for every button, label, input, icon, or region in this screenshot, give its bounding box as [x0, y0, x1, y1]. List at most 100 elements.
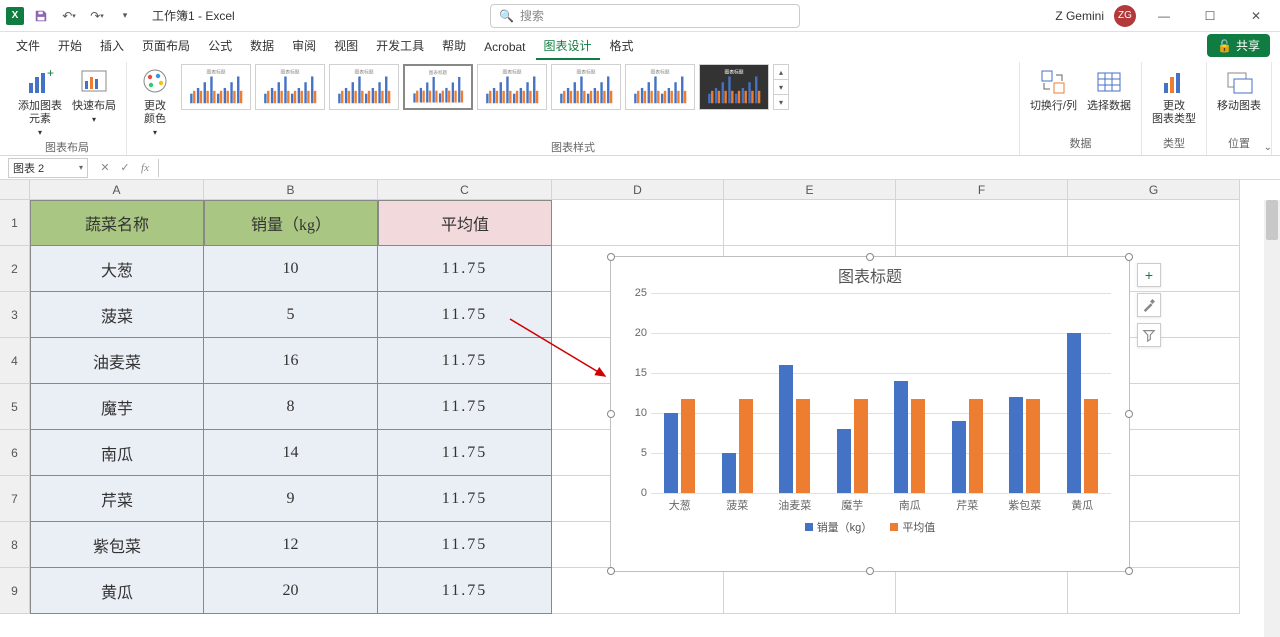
chart-title[interactable]: 图表标题: [611, 257, 1129, 293]
chart-style-thumb-7[interactable]: 图表标题: [625, 64, 695, 110]
column-header-B[interactable]: B: [204, 180, 378, 200]
chart-style-thumb-8[interactable]: 图表标题: [699, 64, 769, 110]
menu-tab-帮助[interactable]: 帮助: [434, 33, 474, 60]
chart-resize-handle[interactable]: [866, 253, 874, 261]
undo-button[interactable]: ↶▾: [58, 5, 80, 27]
menu-tab-审阅[interactable]: 审阅: [284, 33, 324, 60]
ribbon-collapse-button[interactable]: ⌄: [1264, 142, 1272, 153]
select-data-button[interactable]: 选择数据: [1085, 64, 1133, 115]
move-chart-button[interactable]: 移动图表: [1215, 64, 1263, 115]
cell-A8[interactable]: 紫包菜: [30, 522, 204, 568]
row-header-2[interactable]: 2: [0, 246, 30, 292]
menu-tab-视图[interactable]: 视图: [326, 33, 366, 60]
quick-layout-button[interactable]: 快速布局 ▾: [70, 64, 118, 126]
chart-resize-handle[interactable]: [1125, 567, 1133, 575]
vertical-scrollbar[interactable]: [1264, 200, 1280, 637]
column-header-G[interactable]: G: [1068, 180, 1240, 200]
cell-F9[interactable]: [896, 568, 1068, 614]
chart-resize-handle[interactable]: [1125, 253, 1133, 261]
cell-A9[interactable]: 黄瓜: [30, 568, 204, 614]
menu-tab-公式[interactable]: 公式: [200, 33, 240, 60]
cell-G1[interactable]: [1068, 200, 1240, 246]
menu-tab-开始[interactable]: 开始: [50, 33, 90, 60]
chart-resize-handle[interactable]: [866, 567, 874, 575]
embedded-chart[interactable]: 图表标题 0510152025 大葱菠菜油麦菜魔芋南瓜芹菜紫包菜黄瓜 销量（kg…: [610, 256, 1130, 572]
chart-resize-handle[interactable]: [607, 253, 615, 261]
cell-B6[interactable]: 14: [204, 430, 378, 476]
cell-D1[interactable]: [552, 200, 724, 246]
cell-B1[interactable]: 销量（kg）: [204, 200, 378, 246]
chart-bar[interactable]: [1067, 333, 1081, 493]
cell-D9[interactable]: [552, 568, 724, 614]
cell-C9[interactable]: 11.75: [378, 568, 552, 614]
change-colors-button[interactable]: 更改 颜色 ▾: [135, 64, 175, 139]
chart-bar[interactable]: [894, 381, 908, 493]
menu-tab-图表设计[interactable]: 图表设计: [536, 33, 600, 60]
chart-style-thumb-4[interactable]: 图表标题: [403, 64, 473, 110]
row-header-6[interactable]: 6: [0, 430, 30, 476]
chart-bar[interactable]: [1084, 399, 1098, 493]
chart-bar[interactable]: [722, 453, 736, 493]
cell-A7[interactable]: 芹菜: [30, 476, 204, 522]
column-header-A[interactable]: A: [30, 180, 204, 200]
chart-bar[interactable]: [664, 413, 678, 493]
cell-C1[interactable]: 平均值: [378, 200, 552, 246]
change-chart-type-button[interactable]: 更改 图表类型: [1150, 64, 1198, 128]
chart-bar[interactable]: [1009, 397, 1023, 493]
menu-tab-Acrobat[interactable]: Acrobat: [476, 36, 533, 60]
chart-bar[interactable]: [779, 365, 793, 493]
cell-C4[interactable]: 11.75: [378, 338, 552, 384]
column-header-F[interactable]: F: [896, 180, 1068, 200]
cell-E1[interactable]: [724, 200, 896, 246]
menu-tab-格式[interactable]: 格式: [602, 33, 642, 60]
chart-filters-button[interactable]: [1137, 323, 1161, 347]
chart-bar[interactable]: [739, 399, 753, 493]
cell-B2[interactable]: 10: [204, 246, 378, 292]
cell-B8[interactable]: 12: [204, 522, 378, 568]
cell-C7[interactable]: 11.75: [378, 476, 552, 522]
cell-G9[interactable]: [1068, 568, 1240, 614]
column-header-C[interactable]: C: [378, 180, 552, 200]
user-avatar[interactable]: ZG: [1114, 5, 1136, 27]
menu-tab-开发工具[interactable]: 开发工具: [368, 33, 432, 60]
cell-A2[interactable]: 大葱: [30, 246, 204, 292]
maximize-button[interactable]: ☐: [1192, 2, 1228, 30]
redo-button[interactable]: ↷▾: [86, 5, 108, 27]
cell-A6[interactable]: 南瓜: [30, 430, 204, 476]
menu-tab-数据[interactable]: 数据: [242, 33, 282, 60]
cell-C2[interactable]: 11.75: [378, 246, 552, 292]
confirm-edit-button[interactable]: ✓: [116, 159, 134, 177]
search-box[interactable]: 🔍 搜索: [490, 4, 800, 28]
chart-styles-button[interactable]: [1137, 293, 1161, 317]
cell-A5[interactable]: 魔芋: [30, 384, 204, 430]
column-header-E[interactable]: E: [724, 180, 896, 200]
cell-C6[interactable]: 11.75: [378, 430, 552, 476]
chart-plot-area[interactable]: 0510152025: [651, 293, 1111, 493]
cell-C3[interactable]: 11.75: [378, 292, 552, 338]
chart-bar[interactable]: [681, 399, 695, 493]
cell-B3[interactable]: 5: [204, 292, 378, 338]
cell-B7[interactable]: 9: [204, 476, 378, 522]
row-header-4[interactable]: 4: [0, 338, 30, 384]
row-header-1[interactable]: 1: [0, 200, 30, 246]
name-box[interactable]: 图表 2▾: [8, 158, 88, 178]
chart-bar[interactable]: [952, 421, 966, 493]
switch-row-col-button[interactable]: 切换行/列: [1028, 64, 1079, 115]
chart-bar[interactable]: [1026, 399, 1040, 493]
row-header-7[interactable]: 7: [0, 476, 30, 522]
add-chart-elements-button[interactable]: + 添加图表 元素 ▾: [16, 64, 64, 139]
close-button[interactable]: ✕: [1238, 2, 1274, 30]
row-header-8[interactable]: 8: [0, 522, 30, 568]
cell-B5[interactable]: 8: [204, 384, 378, 430]
chart-bar[interactable]: [911, 399, 925, 493]
chart-legend[interactable]: 销量（kg） 平均值: [611, 513, 1129, 541]
menu-tab-文件[interactable]: 文件: [8, 33, 48, 60]
chart-style-thumb-2[interactable]: 图表标题: [255, 64, 325, 110]
chart-bar[interactable]: [854, 399, 868, 493]
cell-B4[interactable]: 16: [204, 338, 378, 384]
chart-style-thumb-5[interactable]: 图表标题: [477, 64, 547, 110]
qat-customize-button[interactable]: ▾: [114, 5, 136, 27]
chart-bar[interactable]: [969, 399, 983, 493]
chart-resize-handle[interactable]: [1125, 410, 1133, 418]
cancel-edit-button[interactable]: ✕: [96, 159, 114, 177]
